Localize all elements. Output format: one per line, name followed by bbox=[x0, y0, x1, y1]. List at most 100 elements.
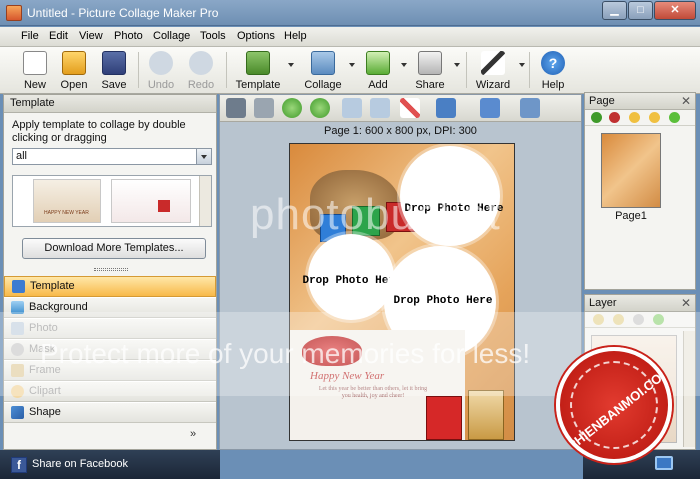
template-thumbnail[interactable] bbox=[111, 179, 191, 223]
menu-options[interactable]: Options bbox=[237, 30, 275, 42]
nav-shape[interactable]: Shape bbox=[4, 402, 216, 423]
monitor-icon[interactable] bbox=[655, 456, 673, 470]
layer-refresh-icon[interactable] bbox=[653, 314, 664, 325]
collage-button[interactable]: Collage bbox=[302, 49, 344, 91]
window-title: Untitled - Picture Collage Maker Pro bbox=[27, 6, 219, 20]
nav-template[interactable]: Template bbox=[4, 276, 216, 297]
photo-nav-icon bbox=[11, 322, 24, 335]
add-page-icon[interactable] bbox=[591, 112, 602, 123]
template-thumbnail-list[interactable]: HAPPY NEW YEAR bbox=[12, 175, 212, 227]
distribute-icon[interactable] bbox=[520, 98, 540, 118]
align-icon[interactable] bbox=[480, 98, 500, 118]
main-toolbar: New Open Save Undo Redo Template Collage… bbox=[0, 47, 700, 94]
layer-panel-title-text: Layer bbox=[589, 297, 617, 309]
layer-scrollbar[interactable] bbox=[683, 331, 695, 447]
gift-box-icon bbox=[352, 206, 380, 236]
nav-background[interactable]: Background bbox=[4, 297, 216, 318]
add-label: Add bbox=[368, 79, 388, 91]
nav-photo-label: Photo bbox=[29, 322, 58, 334]
collage-canvas[interactable]: Drop Photo Here Drop Photo Here Drop Pho… bbox=[289, 143, 515, 441]
collage-icon bbox=[311, 51, 335, 75]
refresh-pages-icon[interactable] bbox=[669, 112, 680, 123]
clipart-nav-icon bbox=[11, 385, 24, 398]
template-button[interactable]: Template bbox=[236, 49, 280, 91]
layer-panel-close-icon[interactable]: ✕ bbox=[681, 295, 691, 311]
share-dropdown-arrow-icon[interactable] bbox=[454, 63, 460, 67]
editor-area: Page 1: 600 x 800 px, DPI: 300 Drop Phot… bbox=[219, 94, 582, 450]
menu-collage[interactable]: Collage bbox=[153, 30, 190, 42]
collage-label: Collage bbox=[304, 79, 342, 91]
wizard-button[interactable]: Wizard bbox=[472, 49, 514, 91]
undo-icon bbox=[149, 51, 173, 75]
move-up-icon[interactable] bbox=[282, 98, 302, 118]
page-thumbnail[interactable] bbox=[601, 133, 661, 208]
template-dropdown-arrow-icon[interactable] bbox=[288, 63, 294, 67]
nav-clipart[interactable]: Clipart bbox=[4, 381, 216, 402]
wizard-dropdown-arrow-icon[interactable] bbox=[519, 63, 525, 67]
menu-help[interactable]: Help bbox=[284, 30, 307, 42]
chevron-down-icon[interactable] bbox=[196, 149, 211, 164]
title-bar: Untitled - Picture Collage Maker Pro ▁ □… bbox=[0, 0, 700, 26]
nav-frame[interactable]: Frame bbox=[4, 360, 216, 381]
nav-clipart-label: Clipart bbox=[29, 385, 61, 397]
nav-mask[interactable]: Mask bbox=[4, 339, 216, 360]
menu-photo[interactable]: Photo bbox=[114, 30, 143, 42]
layer-up-icon[interactable] bbox=[593, 314, 604, 325]
thumbnail-scrollbar[interactable] bbox=[199, 176, 211, 226]
template-panel-title: Template bbox=[4, 95, 216, 113]
facebook-icon: f bbox=[11, 457, 27, 473]
new-document-icon bbox=[23, 51, 47, 75]
maximize-button[interactable]: □ bbox=[628, 1, 653, 20]
move-down-icon[interactable] bbox=[310, 98, 330, 118]
redo-button[interactable]: Redo bbox=[180, 49, 222, 91]
page-panel-tools bbox=[585, 110, 695, 126]
wizard-label: Wizard bbox=[475, 79, 511, 91]
nav-template-label: Template bbox=[30, 280, 75, 292]
share-button[interactable]: Share bbox=[409, 49, 451, 91]
magic-wand-icon bbox=[481, 51, 505, 75]
nav-mask-label: Mask bbox=[29, 343, 56, 355]
drop-photo-text-3: Drop Photo Here bbox=[393, 295, 493, 307]
printer-icon bbox=[418, 51, 442, 75]
help-question-icon: ? bbox=[541, 51, 565, 75]
panel-splitter-grip[interactable] bbox=[94, 268, 128, 271]
photo-placeholder-1[interactable] bbox=[400, 146, 500, 246]
nav-photo[interactable]: Photo bbox=[4, 318, 216, 339]
page-down-icon[interactable] bbox=[649, 112, 660, 123]
add-dropdown-arrow-icon[interactable] bbox=[401, 63, 407, 67]
help-label: Help bbox=[541, 79, 565, 91]
menu-edit[interactable]: Edit bbox=[49, 30, 68, 42]
edit-toolbar bbox=[220, 95, 581, 122]
template-filter-select[interactable]: all bbox=[12, 148, 212, 165]
person-icon[interactable] bbox=[226, 98, 246, 118]
shopping-bag-icon bbox=[468, 390, 504, 440]
crop-icon[interactable] bbox=[254, 98, 274, 118]
nav-more-chevron-icon[interactable]: » bbox=[190, 428, 196, 440]
help-button[interactable]: ? Help bbox=[532, 49, 574, 91]
close-button[interactable]: ✕ bbox=[654, 1, 696, 20]
align-center-icon[interactable] bbox=[436, 98, 456, 118]
rotate-left-icon[interactable] bbox=[370, 98, 390, 118]
add-button[interactable]: Add bbox=[357, 49, 399, 91]
layer-panel-tools bbox=[585, 312, 695, 328]
background-nav-icon bbox=[11, 301, 24, 314]
minimize-button[interactable]: ▁ bbox=[602, 1, 627, 20]
share-on-facebook-link[interactable]: Share on Facebook bbox=[32, 458, 128, 470]
remove-page-icon[interactable] bbox=[609, 112, 620, 123]
rotate-right-icon[interactable] bbox=[342, 98, 362, 118]
layer-down-icon[interactable] bbox=[613, 314, 624, 325]
app-icon bbox=[6, 5, 22, 21]
download-more-templates-button[interactable]: Download More Templates... bbox=[22, 238, 206, 259]
page-up-icon[interactable] bbox=[629, 112, 640, 123]
layer-delete-icon[interactable] bbox=[633, 314, 644, 325]
menu-view[interactable]: View bbox=[79, 30, 103, 42]
toolbar-separator bbox=[226, 52, 227, 88]
menu-file[interactable]: File bbox=[21, 30, 39, 42]
menu-tools[interactable]: Tools bbox=[200, 30, 226, 42]
page-panel-close-icon[interactable]: ✕ bbox=[681, 93, 691, 109]
template-thumbnail[interactable]: HAPPY NEW YEAR bbox=[33, 179, 101, 223]
template-hint: Apply template to collage by double clic… bbox=[12, 119, 186, 144]
collage-dropdown-arrow-icon[interactable] bbox=[349, 63, 355, 67]
save-button[interactable]: Save bbox=[93, 49, 135, 91]
delete-icon[interactable] bbox=[400, 98, 420, 118]
